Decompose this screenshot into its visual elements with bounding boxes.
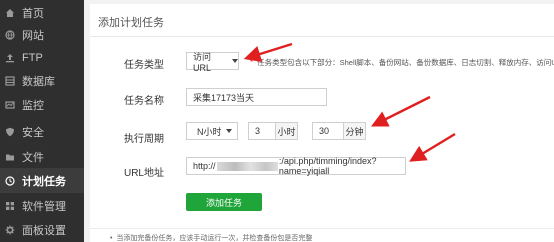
globe-icon bbox=[5, 29, 15, 40]
task-type-label: 任务类型 bbox=[124, 60, 164, 71]
sidebar-item-database[interactable]: 数据库 bbox=[0, 68, 84, 93]
hours-value: 3 bbox=[255, 126, 261, 136]
url-prefix: http:// bbox=[193, 161, 216, 171]
home-icon bbox=[5, 8, 15, 18]
hours-input[interactable]: 3 bbox=[248, 122, 276, 140]
sidebar-item-label: 数据库 bbox=[22, 75, 55, 88]
sidebar-item-files[interactable]: 文件 bbox=[0, 144, 84, 169]
panel-title: 添加计划任务 bbox=[98, 17, 164, 29]
add-cron-panel: 添加计划任务 任务类型 访问URL * 任务类型包含以下部分：Shell脚本、备份… bbox=[90, 4, 554, 242]
sidebar-item-label: 网站 bbox=[22, 29, 44, 42]
divider bbox=[90, 36, 554, 37]
clock-icon bbox=[5, 175, 15, 186]
minutes-value: 30 bbox=[319, 126, 330, 136]
hours-unit: 小时 bbox=[276, 122, 298, 140]
sidebar-item-settings[interactable]: 面板设置 bbox=[0, 217, 84, 242]
required-star-icon: * bbox=[250, 58, 254, 67]
sidebar-item-security[interactable]: 安全 bbox=[0, 119, 84, 144]
sidebar-item-label: 计划任务 bbox=[22, 175, 66, 188]
sidebar-item-label: 首页 bbox=[22, 7, 44, 20]
url-label: URL地址 bbox=[123, 168, 164, 179]
sidebar-item-label: 面板设置 bbox=[22, 224, 66, 237]
task-type-value: 访问URL bbox=[193, 51, 212, 73]
gear-icon bbox=[5, 225, 15, 235]
footer-note: • 当添加完备份任务，应该手动运行一次，并检查备份包是否完整 bbox=[110, 235, 313, 242]
footer-divider bbox=[90, 228, 554, 229]
sidebar-item-software[interactable]: 软件管理 bbox=[0, 193, 84, 218]
minutes-input[interactable]: 30 bbox=[312, 122, 344, 140]
sidebar-item-label: 软件管理 bbox=[22, 200, 66, 213]
sidebar-item-label: 监控 bbox=[22, 99, 44, 112]
url-suffix: :/api.php/timming/index?name=yiqiall bbox=[278, 156, 377, 176]
chevron-down-icon bbox=[232, 59, 238, 63]
task-type-hint: * 任务类型包含以下部分：Shell脚本、备份网站、备份数据库、日志切割、释放内存… bbox=[250, 57, 554, 68]
sidebar-item-website[interactable]: 网站 bbox=[0, 22, 84, 47]
redacted-domain bbox=[216, 161, 278, 171]
database-icon bbox=[5, 75, 15, 86]
sidebar: 首页 网站 FTP 数据库 监控 安全 文件 计划任务 软件管理 面板设置 bbox=[0, 0, 84, 242]
period-select[interactable]: N小时 bbox=[186, 122, 238, 140]
sidebar-item-label: 文件 bbox=[22, 151, 44, 164]
task-type-select[interactable]: 访问URL bbox=[186, 51, 239, 73]
upload-icon bbox=[5, 53, 15, 63]
monitor-icon bbox=[5, 100, 15, 110]
add-task-button[interactable]: 添加任务 bbox=[186, 193, 262, 211]
task-type-note: 任务类型包含以下部分：Shell脚本、备份网站、备份数据库、日志切割、释放内存、… bbox=[257, 58, 554, 67]
sidebar-item-monitor[interactable]: 监控 bbox=[0, 92, 84, 117]
shield-icon bbox=[5, 127, 15, 137]
period-label: 执行周期 bbox=[124, 134, 164, 145]
task-name-value: 采集17173当天 bbox=[193, 92, 255, 103]
task-name-label: 任务名称 bbox=[124, 96, 164, 107]
sidebar-item-label: 安全 bbox=[22, 126, 44, 139]
period-value: N小时 bbox=[197, 126, 222, 137]
task-name-input[interactable]: 采集17173当天 bbox=[186, 88, 327, 106]
folder-icon bbox=[5, 152, 15, 162]
sidebar-item-cron[interactable]: 计划任务 bbox=[0, 168, 84, 193]
minutes-unit: 分钟 bbox=[344, 122, 366, 140]
grid-icon bbox=[5, 201, 15, 211]
sidebar-item-label: FTP bbox=[22, 51, 43, 64]
sidebar-item-ftp[interactable]: FTP bbox=[0, 45, 84, 70]
url-input[interactable]: http:// :/api.php/timming/index?name=yiqi… bbox=[186, 156, 406, 176]
chevron-down-icon bbox=[225, 129, 232, 133]
